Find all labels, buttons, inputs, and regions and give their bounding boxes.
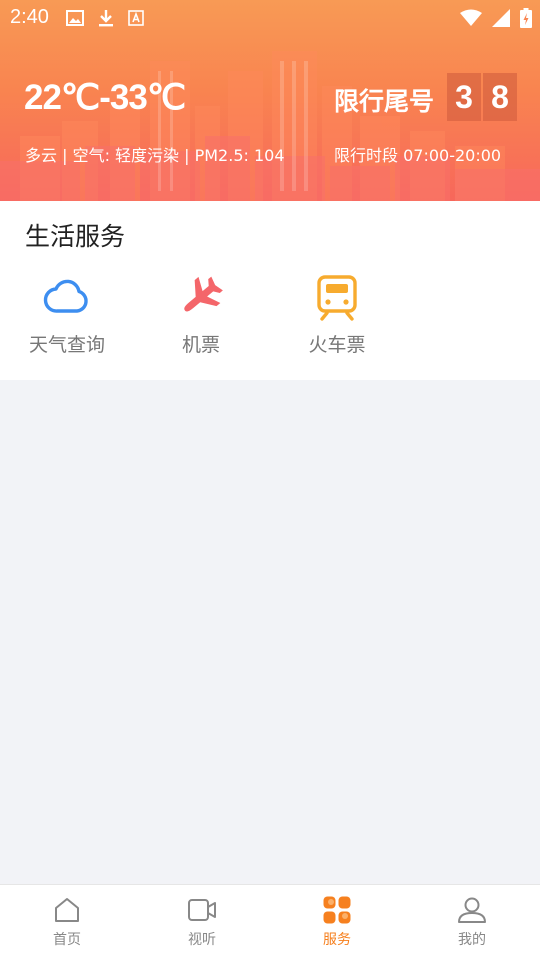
weather-query-button[interactable]: 天气查询 [17, 273, 117, 357]
plate-restriction-label: 限行尾号 [334, 87, 435, 116]
train-tickets-button[interactable]: 火车票 [287, 273, 387, 357]
app-notification-icon [128, 10, 144, 26]
services-grid-icon [323, 896, 351, 924]
plate-restriction-digits: 3 8 [447, 73, 519, 121]
image-notification-icon [66, 10, 84, 26]
plate-restriction-time: 限行时段 07:00-20:00 [334, 146, 502, 165]
service-label: 机票 [181, 334, 220, 356]
restriction-digit: 8 [483, 73, 517, 121]
cellular-signal-icon [492, 9, 510, 27]
wifi-icon [460, 9, 482, 27]
services-title: 生活服务 [25, 222, 126, 251]
status-bar: 2:40 [0, 0, 540, 36]
video-icon [188, 899, 216, 921]
bottom-tab-bar: 首页 视听 服务 我的 [0, 884, 540, 960]
home-icon [55, 898, 79, 922]
cloud-icon [43, 279, 88, 313]
tab-label: 服务 [323, 932, 351, 948]
status-time: 2:40 [10, 6, 49, 28]
service-label: 火车票 [308, 334, 366, 356]
train-icon [317, 275, 357, 321]
temperature-range: 22℃-33℃ [24, 78, 186, 117]
tab-services[interactable]: 服务 [302, 895, 372, 949]
tab-media[interactable]: 视听 [167, 895, 237, 949]
flight-tickets-button[interactable]: 机票 [151, 273, 251, 357]
restriction-digit: 3 [447, 73, 481, 121]
tab-profile[interactable]: 我的 [437, 895, 507, 949]
battery-icon [520, 8, 532, 28]
airplane-icon [184, 276, 223, 312]
tab-label: 首页 [53, 932, 81, 948]
life-services-panel: 生活服务 天气查询 机票 火车票 [0, 201, 540, 380]
weather-summary: 多云 | 空气: 轻度污染 | PM2.5: 104 [25, 146, 285, 165]
weather-header: 2:40 22℃-33℃ 多云 | 空气: 轻度污染 | PM2.5: 104 … [0, 0, 540, 201]
tab-label: 我的 [458, 932, 486, 948]
profile-icon [458, 897, 486, 923]
tab-label: 视听 [188, 932, 216, 948]
tab-home[interactable]: 首页 [32, 895, 102, 949]
service-label: 天气查询 [28, 334, 105, 356]
download-icon [98, 9, 114, 27]
